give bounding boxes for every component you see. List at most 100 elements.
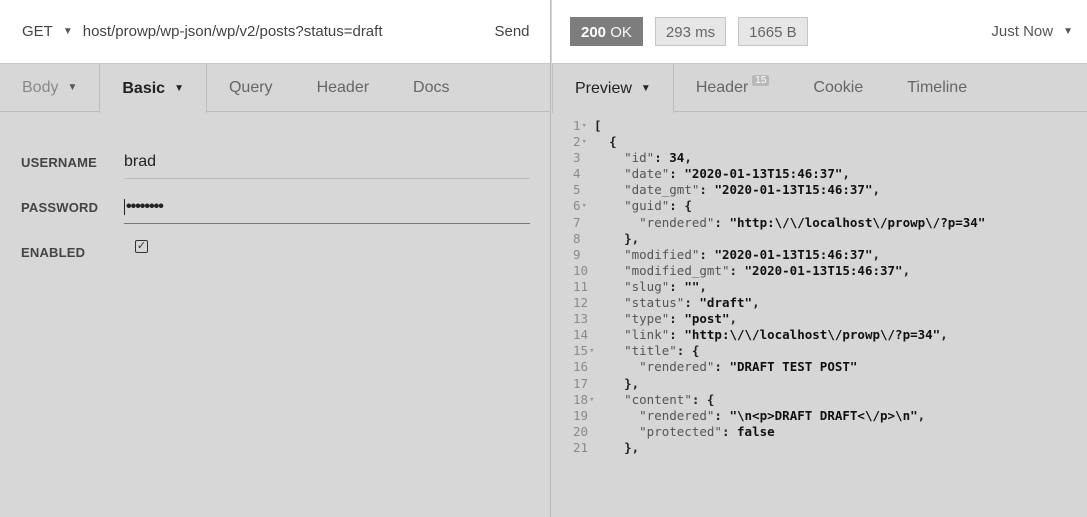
code-token: "type" bbox=[624, 311, 670, 327]
code-token: , bbox=[872, 182, 881, 198]
code-line: 17 }, bbox=[552, 376, 1087, 392]
code-text: "type": "post", bbox=[594, 311, 737, 327]
code-text: "rendered": "http:\/\/localhost\/prowp\/… bbox=[594, 215, 985, 231]
line-number-text: 2 bbox=[573, 134, 581, 150]
tab-header[interactable]: Header bbox=[295, 64, 391, 111]
tab-query-label: Query bbox=[228, 78, 273, 96]
code-token: }, bbox=[624, 439, 640, 455]
tab-basic-label: Basic bbox=[122, 79, 166, 97]
line-number-text: 11 bbox=[573, 278, 589, 294]
code-token: "draft" bbox=[699, 295, 753, 311]
code-text: "slug": "", bbox=[594, 279, 707, 295]
line-number-text: 3 bbox=[573, 150, 581, 166]
line-number: 11 bbox=[552, 279, 594, 295]
code-text: "title": { bbox=[594, 343, 699, 359]
code-token: "http:\/\/localhost\/prowp\/?p=34" bbox=[684, 327, 941, 343]
password-row: PASSWORD •••••••• bbox=[0, 185, 550, 230]
tab-docs[interactable]: Docs bbox=[391, 64, 471, 111]
history-dropdown[interactable]: Just Now ▼ bbox=[991, 23, 1087, 40]
response-time-badge: 293 ms bbox=[654, 17, 727, 46]
code-token: "" bbox=[684, 278, 700, 294]
code-text: "date": "2020-01-13T15:46:37", bbox=[594, 166, 850, 182]
url-bar: GET ▼ host/prowp/wp-json/wp/v2/posts?sta… bbox=[0, 0, 550, 64]
code-line: 14 "link": "http:\/\/localhost\/prowp\/?… bbox=[552, 327, 1087, 343]
line-number-text: 7 bbox=[573, 214, 581, 230]
code-token: { bbox=[609, 134, 617, 150]
code-line: 12 "status": "draft", bbox=[552, 295, 1087, 311]
code-line: 16 "rendered": "DRAFT TEST POST" bbox=[552, 359, 1087, 375]
line-number: 1 ▾ bbox=[552, 118, 594, 134]
code-token: : bbox=[714, 407, 730, 423]
code-line: 8 }, bbox=[552, 231, 1087, 247]
code-line: 3 "id": 34, bbox=[552, 150, 1087, 166]
code-text: }, bbox=[594, 376, 639, 392]
code-text: }, bbox=[594, 231, 639, 247]
code-token: : bbox=[729, 262, 745, 278]
fold-arrow-icon[interactable]: ▾ bbox=[582, 134, 587, 150]
code-token: : bbox=[654, 150, 670, 166]
tab-cookie-label: Cookie bbox=[813, 78, 864, 96]
tab-response-header[interactable]: Header 15 bbox=[674, 64, 792, 111]
basic-auth-form: USERNAME brad PASSWORD •••••••• ENABLED … bbox=[0, 112, 550, 275]
line-number-text: 4 bbox=[573, 166, 581, 182]
dropdown-caret-icon: ▼ bbox=[174, 83, 184, 94]
code-token: "\n<p>DRAFT DRAFT<\/p>\n" bbox=[729, 407, 918, 423]
code-line: 21 }, bbox=[552, 440, 1087, 456]
code-text: "modified": "2020-01-13T15:46:37", bbox=[594, 247, 880, 263]
line-number-text: 14 bbox=[573, 327, 589, 343]
dropdown-caret-icon: ▼ bbox=[640, 83, 651, 94]
dropdown-caret-icon: ▼ bbox=[62, 26, 73, 37]
line-number-text: 16 bbox=[573, 359, 589, 375]
code-text: { bbox=[594, 134, 617, 150]
header-count-badge: 15 bbox=[752, 75, 770, 86]
response-size-badge: 1665 B bbox=[738, 17, 808, 46]
code-token: "date_gmt" bbox=[624, 182, 700, 198]
tab-query[interactable]: Query bbox=[207, 64, 295, 111]
username-field[interactable]: brad bbox=[124, 146, 530, 179]
tab-cookie[interactable]: Cookie bbox=[791, 64, 885, 111]
code-token: "title" bbox=[624, 343, 677, 359]
fold-arrow-icon[interactable]: ▾ bbox=[582, 118, 587, 134]
username-value: brad bbox=[124, 153, 157, 170]
url-input[interactable]: host/prowp/wp-json/wp/v2/posts?status=dr… bbox=[83, 23, 474, 40]
line-number-text: 5 bbox=[573, 182, 581, 198]
code-line: 9 "modified": "2020-01-13T15:46:37", bbox=[552, 247, 1087, 263]
code-line: 7 "rendered": "http:\/\/localhost\/prowp… bbox=[552, 215, 1087, 231]
line-number: 5 bbox=[552, 182, 594, 198]
code-text: [ bbox=[594, 118, 602, 134]
dropdown-caret-icon: ▼ bbox=[67, 82, 78, 93]
line-number: 17 bbox=[552, 376, 594, 392]
code-token: "date" bbox=[624, 166, 670, 182]
request-tabs: Body ▼ Basic ▼ Query Header Docs bbox=[0, 64, 550, 113]
line-number-text: 12 bbox=[573, 295, 589, 311]
code-token: , bbox=[902, 262, 911, 278]
fold-arrow-icon[interactable]: ▾ bbox=[582, 198, 587, 214]
code-token: , bbox=[842, 166, 850, 182]
code-token: "slug" bbox=[624, 278, 670, 294]
code-token: , bbox=[752, 295, 760, 311]
line-number-text: 9 bbox=[573, 246, 581, 262]
code-text: "guid": { bbox=[594, 198, 692, 214]
code-line: 11 "slug": "", bbox=[552, 279, 1087, 295]
line-number: 9 bbox=[552, 247, 594, 263]
code-token: "id" bbox=[624, 150, 655, 166]
code-token: , bbox=[917, 407, 926, 423]
tab-preview[interactable]: Preview ▼ bbox=[552, 64, 674, 113]
password-field[interactable]: •••••••• bbox=[124, 191, 530, 224]
line-number-text: 15 bbox=[573, 343, 589, 359]
method-dropdown[interactable]: GET ▼ bbox=[0, 23, 73, 40]
code-token: "rendered" bbox=[639, 214, 715, 230]
tab-timeline[interactable]: Timeline bbox=[885, 64, 989, 111]
code-token: , bbox=[940, 327, 948, 343]
enabled-row: ENABLED ✓ bbox=[0, 230, 550, 275]
tab-basic[interactable]: Basic ▼ bbox=[99, 64, 207, 113]
dropdown-caret-icon: ▼ bbox=[1063, 26, 1073, 37]
method-label: GET bbox=[22, 23, 53, 40]
line-number: 18 ▾ bbox=[552, 392, 594, 408]
tab-response-header-label: Header bbox=[695, 78, 749, 96]
line-number-text: 18 bbox=[573, 391, 589, 407]
tab-body[interactable]: Body ▼ bbox=[0, 64, 99, 111]
send-button[interactable]: Send bbox=[474, 23, 550, 40]
request-pane: GET ▼ host/prowp/wp-json/wp/v2/posts?sta… bbox=[0, 0, 551, 517]
checkbox-checked-icon[interactable]: ✓ bbox=[135, 240, 148, 253]
